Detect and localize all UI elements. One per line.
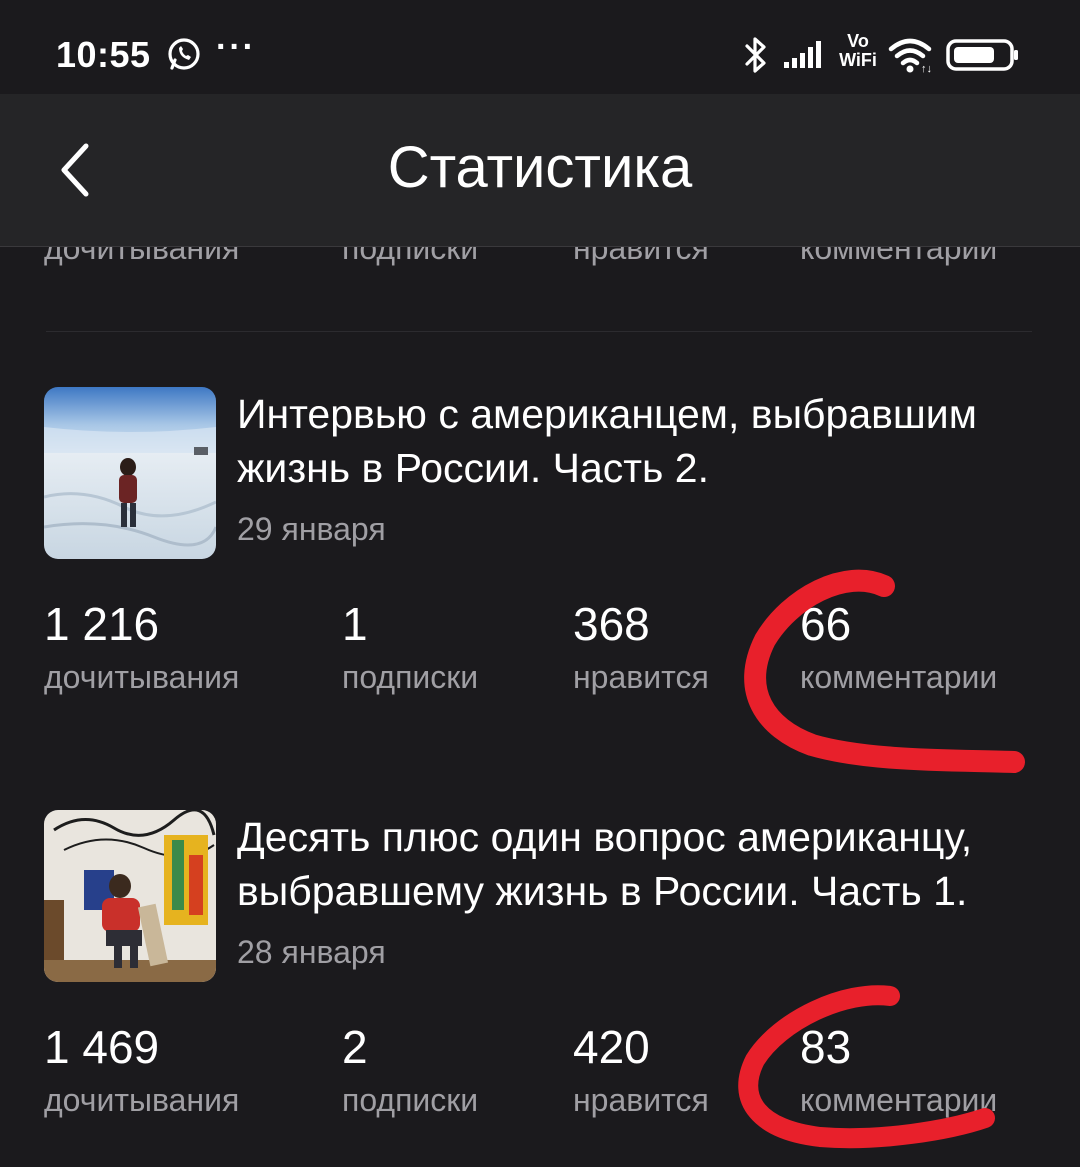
- reads-label: дочитывания: [44, 659, 240, 695]
- comments-value: 83: [800, 1021, 852, 1073]
- reads-value: 1 469: [44, 1021, 160, 1073]
- battery-icon: [946, 39, 1018, 71]
- article-card[interactable]: Интервью с американцем, выбравшим жизнь …: [0, 387, 1080, 697]
- article-title-line: жизнь в России. Часть 2.: [237, 445, 709, 491]
- comments-label: комментарии: [800, 1082, 998, 1118]
- comments-label: комментарии: [800, 659, 998, 695]
- divider: [46, 331, 1032, 332]
- comments-value: 66: [800, 598, 852, 650]
- article-title[interactable]: Интервью с американцем, выбравшим жизнь …: [237, 387, 1047, 495]
- article-date: 29 января: [237, 511, 386, 547]
- page-title: Статистика: [387, 135, 693, 200]
- reads-value: 1 216: [44, 598, 160, 650]
- app-header: Статистика: [0, 94, 1080, 247]
- status-time: 10:55: [56, 34, 151, 75]
- reads-label: дочитывания: [44, 1082, 240, 1118]
- bluetooth-icon: [745, 37, 766, 73]
- article-date: 28 января: [237, 934, 386, 970]
- subs-label: подписки: [342, 1082, 479, 1118]
- likes-label: нравится: [573, 1082, 709, 1118]
- article-title-line: Интервью с американцем, выбравшим: [237, 391, 977, 437]
- likes-value: 420: [573, 1021, 650, 1073]
- article-thumbnail[interactable]: [44, 387, 216, 559]
- vowifi-bottom: WiFi: [839, 50, 877, 70]
- subs-label: подписки: [342, 659, 479, 695]
- signal-icon: [784, 41, 821, 68]
- likes-label: нравится: [573, 659, 709, 695]
- article-title[interactable]: Десять плюс один вопрос американцу, выбр…: [237, 810, 1047, 918]
- article-thumbnail[interactable]: [44, 810, 216, 982]
- status-bar: 10:55 ··· Vo WiFi ↑↓: [0, 0, 1080, 94]
- article-title-line: выбравшему жизнь в России. Часть 1.: [237, 868, 968, 914]
- subs-value: 2: [342, 1021, 368, 1073]
- article-card[interactable]: Десять плюс один вопрос американцу, выбр…: [0, 810, 1080, 1130]
- likes-value: 368: [573, 598, 650, 650]
- vowifi-icon: Vo WiFi: [834, 32, 882, 76]
- article-title-line: Десять плюс один вопрос американцу,: [237, 814, 973, 860]
- subs-value: 1: [342, 598, 368, 650]
- vowifi-top: Vo: [847, 31, 869, 51]
- svg-text:↑↓: ↑↓: [921, 63, 932, 74]
- whatsapp-icon: [168, 38, 200, 70]
- wifi-icon: ↑↓: [888, 38, 932, 74]
- notification-more-icon: ···: [216, 28, 256, 66]
